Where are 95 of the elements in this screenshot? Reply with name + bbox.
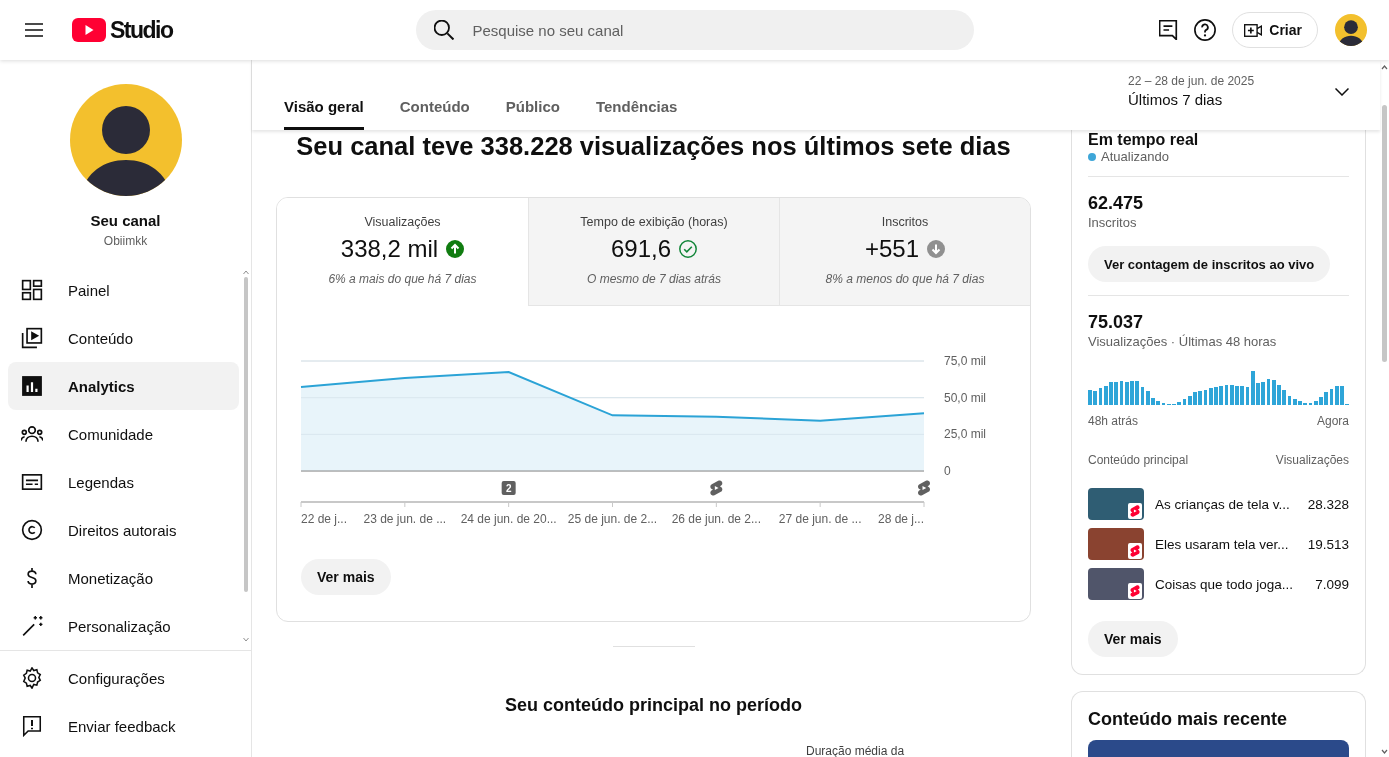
help-icon[interactable] xyxy=(1194,19,1216,41)
message-lines-icon[interactable] xyxy=(1159,20,1178,40)
magic-wand-icon xyxy=(21,615,43,637)
shorts-icon[interactable] xyxy=(918,480,930,496)
axis-label: 25,0 mil xyxy=(944,427,987,442)
subscriber-count: 62.475 xyxy=(1088,192,1144,214)
nav-item[interactable]: Configurações xyxy=(8,654,239,702)
axis-label: 23 de jun. de ... xyxy=(363,512,447,526)
nav-item[interactable]: Monetização xyxy=(8,554,239,602)
status-dot-icon xyxy=(1088,153,1096,161)
avatar[interactable] xyxy=(1335,14,1367,46)
metric-tab[interactable]: Tempo de exibição (horas) 691,6 O mesmo de 7 dias atrás xyxy=(528,198,779,306)
menu-icon[interactable] xyxy=(25,23,43,37)
tab[interactable]: Tendências xyxy=(595,90,678,130)
nav-item[interactable]: Direitos autorais xyxy=(8,506,239,554)
channel-title: Seu canal xyxy=(90,211,161,231)
card-title: Em tempo real xyxy=(1088,131,1199,149)
axis-label: 27 de jun. de ... xyxy=(778,512,862,526)
more-button[interactable]: Ver mais xyxy=(301,559,391,595)
tab[interactable]: Público xyxy=(505,90,560,130)
bar-chart-icon xyxy=(21,375,43,397)
video-title[interactable]: As crianças de tela v... xyxy=(1155,496,1290,512)
nav-item[interactable]: Painel xyxy=(8,266,239,314)
view-count: 19.513 xyxy=(1307,536,1349,552)
column-header: Visualizações xyxy=(1275,452,1349,468)
axis-label: 0 xyxy=(944,464,951,478)
play-logo-icon[interactable] xyxy=(72,18,106,42)
metric-comparison: 6% a mais do que há 7 dias xyxy=(328,271,477,287)
status-text: Atualizando xyxy=(1101,149,1169,165)
video-title[interactable]: Coisas que todo joga... xyxy=(1155,576,1294,592)
axis-label: 28 de j... xyxy=(877,512,924,526)
check-circle-icon xyxy=(679,240,698,258)
card-title: Conteúdo mais recente xyxy=(1088,708,1288,731)
count-badge[interactable]: 2 xyxy=(501,481,516,495)
video-title[interactable]: Eles usaram tela ver... xyxy=(1155,536,1289,552)
metric-label: Inscritos xyxy=(881,214,929,231)
metric-comparison: O mesmo de 7 dias atrás xyxy=(586,271,722,287)
subscriber-label: Inscritos xyxy=(1088,214,1137,232)
logo-text[interactable]: Studio xyxy=(110,16,173,44)
tab[interactable]: Visão geral xyxy=(284,90,364,130)
axis-label: 22 de j... xyxy=(301,512,348,526)
view-count: 7.099 xyxy=(1315,576,1349,592)
dashboard-icon xyxy=(21,279,43,301)
chevron-down-icon xyxy=(1335,88,1349,96)
alert-bubble-icon xyxy=(21,715,43,737)
video-library-icon xyxy=(21,327,43,349)
nav-item[interactable]: Legendas xyxy=(8,458,239,506)
axis-label: 48h atrás xyxy=(1088,413,1139,429)
channel-handle: Obiimkk xyxy=(103,233,148,249)
tab[interactable]: Conteúdo xyxy=(399,90,470,130)
thumbnail-placeholder[interactable] xyxy=(1088,740,1349,757)
metric-comparison: 8% a menos do que há 7 dias xyxy=(825,271,985,287)
add-video-icon xyxy=(1244,22,1263,38)
view-count: 75.037 xyxy=(1088,311,1144,333)
metric-value: 338,2 mil xyxy=(340,234,439,264)
axis-label: 25 de jun. de 2... xyxy=(567,512,658,526)
live-count-button[interactable]: Ver contagem de inscritos ao vivo xyxy=(1088,246,1331,282)
search-field[interactable]: Pesquise no seu canal xyxy=(415,10,974,50)
overview-heading: Seu canal teve 338.228 visualizações nos últimos sete dias xyxy=(296,132,1011,160)
nav-item[interactable]: Conteúdo xyxy=(8,314,239,362)
metric-tab[interactable]: Inscritos +551 8% a menos do que há 7 dias xyxy=(779,198,1030,306)
metric-value: 691,6 xyxy=(610,234,672,264)
search-icon[interactable] xyxy=(433,20,454,40)
metric-label: Tempo de exibição (horas) xyxy=(580,214,728,231)
thumbnail-placeholder[interactable] xyxy=(1088,488,1144,520)
more-button[interactable]: Ver mais xyxy=(1088,621,1178,657)
nav-item[interactable]: Analytics xyxy=(8,362,239,410)
settings-icon xyxy=(21,667,43,689)
shorts-icon xyxy=(1128,503,1142,519)
copyright-icon xyxy=(21,519,43,541)
arrow-up-circle-icon xyxy=(446,240,465,258)
people-icon xyxy=(21,423,43,445)
metric-value: +551 xyxy=(864,234,920,264)
thumbnail-placeholder[interactable] xyxy=(1088,528,1144,560)
axis-label: 50,0 mil xyxy=(944,390,987,405)
nav-item[interactable]: Comunidade xyxy=(8,410,239,458)
section-title: Seu conteúdo principal no período xyxy=(505,694,802,717)
thumbnail-placeholder[interactable] xyxy=(1088,568,1144,600)
nav-item[interactable]: Personalização xyxy=(8,602,239,650)
shorts-icon xyxy=(1128,583,1142,599)
metric-label: Visualizações xyxy=(364,214,441,231)
shorts-icon xyxy=(1128,543,1142,559)
column-header: Conteúdo principal xyxy=(1088,452,1189,468)
column-header: Duração média da xyxy=(806,745,905,757)
axis-label: 24 de jun. de 20... xyxy=(460,512,557,526)
views-label: Visualizações · Últimas 48 horas xyxy=(1088,333,1277,351)
shorts-icon[interactable] xyxy=(710,480,723,496)
axis-label: 26 de jun. de 2... xyxy=(671,512,762,526)
view-count: 28.328 xyxy=(1307,496,1349,512)
axis-label: Agora xyxy=(1316,413,1349,429)
subtitles-icon xyxy=(21,471,43,493)
nav-item[interactable]: Enviar feedback xyxy=(8,702,239,750)
axis-label: 75,0 mil xyxy=(944,354,987,368)
date-range-picker[interactable]: 22 – 28 de jun. de 2025 Últimos 7 dias xyxy=(1128,73,1354,111)
arrow-down-circle-icon xyxy=(927,240,946,258)
